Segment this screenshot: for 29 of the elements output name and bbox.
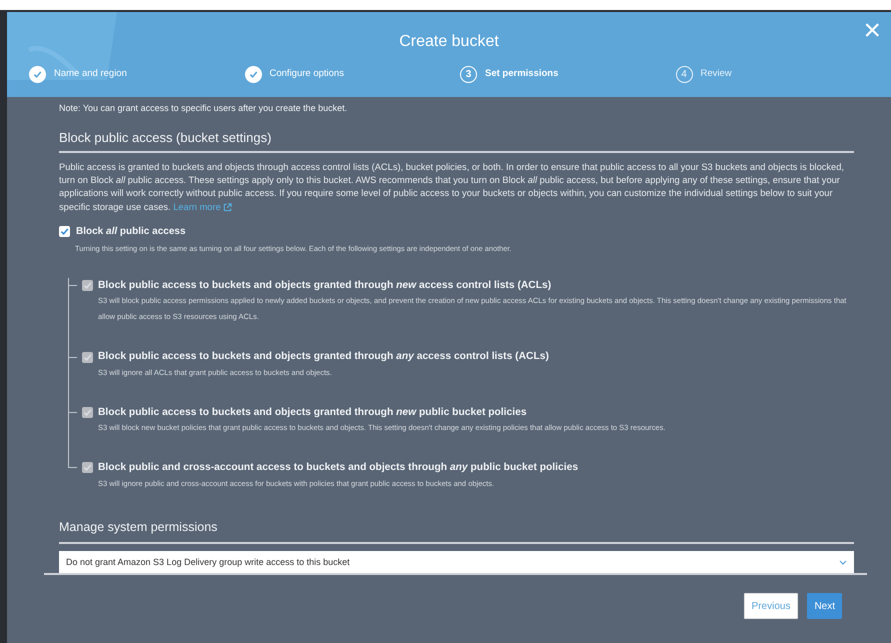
step-label: Configure options: [270, 67, 344, 82]
checkbox-label: Block public access to buckets and objects granted through new public bucket policies: [98, 406, 527, 420]
next-button[interactable]: Next: [807, 593, 842, 620]
step-tab[interactable]: Name and region: [29, 66, 244, 83]
step-label: Review: [700, 67, 732, 82]
step-number: 4: [676, 66, 692, 83]
checkbox-label: Block public access to buckets and objects granted through any access control lists (ACLs): [98, 350, 549, 364]
checkbox-label: Block all public access: [76, 224, 186, 239]
step-label: Name and region: [54, 67, 127, 82]
permissions-dropdown[interactable]: Do not grant Amazon S3 Log Delivery group write access to this bucket: [59, 551, 854, 574]
step-number: 3: [460, 66, 477, 83]
learn-more-link[interactable]: Learn more: [173, 202, 232, 212]
step-label: Set permissions: [485, 67, 558, 82]
external-link-icon: [223, 200, 232, 214]
step-tab[interactable]: Configure options: [244, 66, 460, 83]
section-heading: Block public access (bucket settings): [59, 128, 854, 153]
checkbox[interactable]: [59, 226, 70, 237]
check-circle-icon: [244, 66, 262, 83]
chevron-down-icon: [839, 560, 847, 565]
close-button[interactable]: ×: [859, 16, 885, 46]
modal-title: Create bucket: [399, 32, 499, 52]
section-heading: Manage system permissions: [59, 518, 854, 544]
checkbox-label: Block public and cross-account access to buckets and objects through any public bucket policies: [98, 461, 578, 476]
checkbox-label: Block public access to buckets and objects granted through new access control lists (ACLs): [98, 278, 552, 293]
step-tab[interactable]: 4 Review: [676, 66, 891, 83]
description-text: Public access is granted to buckets and objects through access control lists (ACLs), bucket policies, or both. In order to ensure that public access to all your S3 buckets and objects is blocked, turn on Block all public access. These settings apply only to this bucket. AWS recommends that you turn on Block all public access, but before applying any of these settings, ensure that your applications will work correctly without public access. If you require some level of public access to your buckets or objects within, you can customize the individual settings below to suit your specific storage use cases. Learn more: [59, 161, 845, 214]
previous-button[interactable]: Previous: [744, 593, 798, 620]
step-tab[interactable]: 3 Set permissions: [460, 66, 676, 83]
note-text: Note: You can grant access to specific users after you create the bucket.: [59, 102, 348, 115]
